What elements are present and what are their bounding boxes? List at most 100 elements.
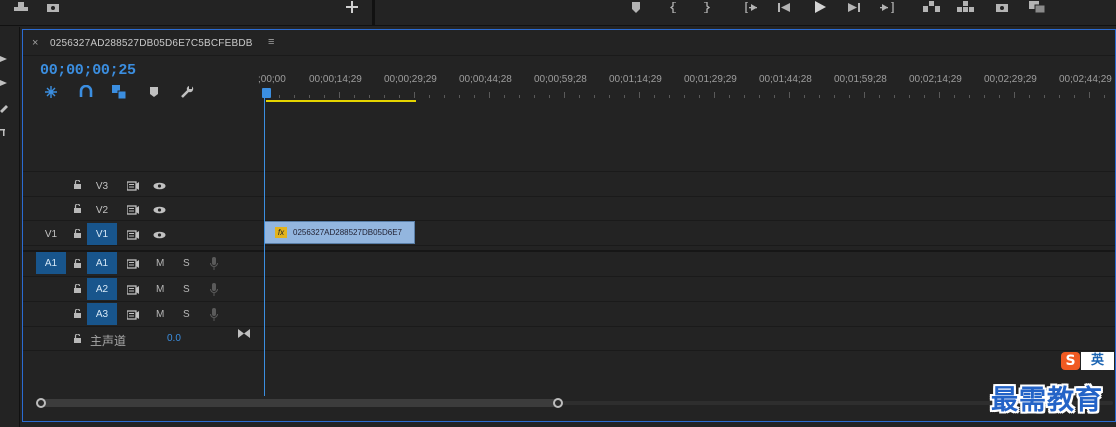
eye-icon[interactable] — [152, 204, 166, 216]
work-area-bar[interactable] — [266, 100, 416, 102]
wrench-icon[interactable] — [180, 85, 194, 99]
lock-icon[interactable] — [73, 283, 82, 293]
insert-nest-icon[interactable] — [44, 85, 58, 99]
scroll-handle-right[interactable] — [553, 398, 563, 408]
ruler-tick — [729, 95, 730, 98]
ruler-tick — [684, 95, 685, 98]
video-clip[interactable]: fx 0256327AD288527DB05D6E7 — [264, 221, 415, 244]
track-target-a1[interactable]: A1 — [87, 252, 117, 274]
ruler-label: 00;00;14;29 — [309, 74, 362, 85]
eye-icon[interactable] — [152, 229, 166, 241]
track-target-v2[interactable]: V2 — [87, 199, 117, 221]
scroll-thumb[interactable] — [41, 399, 559, 407]
voiceover-mic-icon[interactable] — [207, 256, 221, 270]
playhead-timecode[interactable]: 00;00;00;25 — [40, 62, 136, 79]
mute-button[interactable]: M — [156, 309, 164, 320]
source-patch-a1[interactable]: A1 — [36, 252, 66, 274]
playhead-handle[interactable] — [262, 88, 271, 98]
sequence-tab[interactable]: × 0256327AD288527DB05D6E7C5BCFEBDB ≡ — [23, 30, 1115, 56]
pen-tool-icon[interactable] — [0, 103, 12, 113]
transport-bar — [0, 0, 1116, 26]
ruler-tick — [804, 95, 805, 98]
go-to-in-icon[interactable] — [742, 0, 760, 14]
mute-button[interactable]: M — [156, 258, 164, 269]
extract-icon[interactable] — [956, 0, 978, 14]
eye-icon[interactable] — [152, 180, 166, 192]
ruler-tick — [279, 95, 280, 98]
lock-icon[interactable] — [73, 228, 82, 238]
ruler-tick — [444, 95, 445, 98]
ruler-tick — [1029, 95, 1030, 98]
tab-close-button[interactable]: × — [32, 37, 38, 49]
toggle-sync-lock-icon[interactable] — [126, 180, 140, 192]
ruler-tick — [534, 95, 535, 98]
snap-icon[interactable] — [79, 85, 93, 99]
export-frame-icon[interactable] — [12, 0, 30, 14]
ruler-tick — [609, 95, 610, 98]
voiceover-mic-icon[interactable] — [207, 282, 221, 296]
ruler-tick — [639, 92, 640, 98]
ruler-tick — [294, 95, 295, 98]
ruler-tick — [624, 95, 625, 98]
ruler-tick — [1059, 95, 1060, 98]
ruler-tick — [879, 95, 880, 98]
track-select-tool-icon[interactable] — [0, 77, 12, 87]
hand-tool-icon[interactable] — [0, 127, 12, 137]
ruler-tick — [1074, 95, 1075, 98]
add-button-icon[interactable] — [345, 0, 359, 14]
ruler-tick — [474, 95, 475, 98]
comparison-view-icon[interactable] — [1028, 0, 1048, 14]
lock-icon[interactable] — [73, 179, 82, 189]
track-target-v1[interactable]: V1 — [87, 223, 117, 245]
lock-icon[interactable] — [73, 308, 82, 318]
toggle-sync-lock-icon[interactable] — [126, 309, 140, 321]
add-marker-icon[interactable] — [147, 85, 161, 99]
clip-name: 0256327AD288527DB05D6E7 — [293, 228, 402, 237]
lock-icon[interactable] — [73, 258, 82, 268]
master-volume-value[interactable]: 0.0 — [167, 333, 181, 344]
solo-button[interactable]: S — [183, 309, 190, 320]
track-header-v1: V1 V1 — [23, 222, 264, 246]
voiceover-mic-icon[interactable] — [207, 307, 221, 321]
tab-menu-button[interactable]: ≡ — [268, 36, 274, 48]
solo-button[interactable]: S — [183, 284, 190, 295]
toggle-sync-lock-icon[interactable] — [126, 204, 140, 216]
scroll-handle-left[interactable] — [36, 398, 46, 408]
mute-button[interactable]: M — [156, 284, 164, 295]
toggle-sync-lock-icon[interactable] — [126, 258, 140, 270]
timeline-zoom-scrollbar[interactable] — [35, 398, 1115, 408]
export-frame-camera-icon[interactable] — [994, 0, 1010, 14]
lock-icon[interactable] — [73, 203, 82, 213]
ruler-tick — [894, 95, 895, 98]
ruler-label: 00;01;44;28 — [759, 74, 812, 85]
track-target-v3[interactable]: V3 — [87, 175, 117, 197]
play-icon[interactable] — [812, 0, 828, 14]
camera-icon[interactable] — [45, 0, 61, 14]
step-back-icon[interactable] — [776, 0, 792, 14]
master-track-label: 主声道 — [90, 334, 127, 348]
playhead-line[interactable] — [264, 98, 265, 396]
ruler-tick — [384, 95, 385, 98]
mark-in-icon[interactable] — [668, 0, 680, 14]
solo-button[interactable]: S — [183, 258, 190, 269]
go-to-out-icon[interactable] — [879, 0, 897, 14]
go-to-end-icon[interactable] — [237, 327, 251, 339]
track-target-a3[interactable]: A3 — [87, 303, 117, 325]
ruler-tick — [564, 92, 565, 98]
toggle-sync-lock-icon[interactable] — [126, 284, 140, 296]
track-target-a2[interactable]: A2 — [87, 278, 117, 300]
step-forward-icon[interactable] — [846, 0, 862, 14]
lift-icon[interactable] — [922, 0, 942, 14]
selection-tool-icon[interactable] — [0, 53, 12, 63]
ruler-tick — [939, 92, 940, 98]
lock-icon[interactable] — [73, 333, 82, 343]
toggle-sync-lock-icon[interactable] — [126, 229, 140, 241]
add-marker-icon[interactable] — [630, 0, 642, 14]
linked-selection-icon[interactable] — [112, 85, 126, 99]
time-ruler[interactable]: ;00;00 00;00;14;29 00;00;29;29 00;00;44;28 0… — [258, 70, 1116, 102]
source-patch-v1[interactable]: V1 — [36, 223, 66, 245]
ruler-tick — [699, 95, 700, 98]
ruler-tick — [789, 92, 790, 98]
mark-out-icon[interactable] — [700, 0, 712, 14]
ruler-tick — [399, 95, 400, 98]
